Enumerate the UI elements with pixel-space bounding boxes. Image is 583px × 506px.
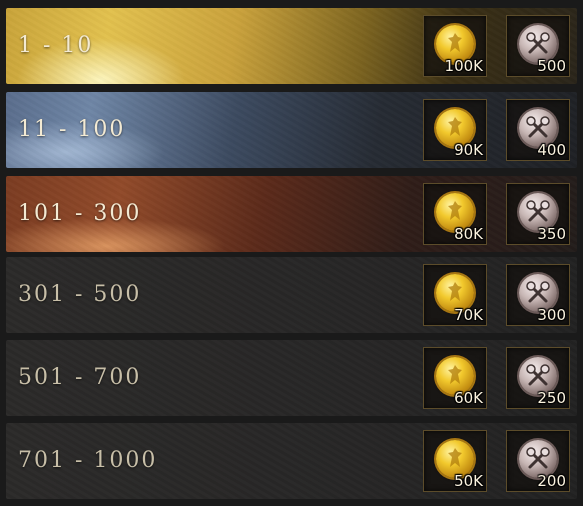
rank-range: 1 - 10 [18, 33, 94, 58]
silver-reward-slot[interactable]: 300 [506, 264, 570, 326]
gold-reward-slot[interactable]: 80K [423, 183, 487, 245]
reward-row-6: 701 - 1000 50K 200 [6, 423, 577, 499]
rank-range: 301 - 500 [18, 282, 142, 307]
reward-row-5: 501 - 700 60K 250 [6, 340, 577, 416]
gold-amount: 100K [444, 57, 483, 75]
silver-amount: 300 [537, 306, 566, 324]
silver-reward-slot[interactable]: 500 [506, 15, 570, 77]
rank-range: 11 - 100 [18, 117, 126, 142]
silver-amount: 200 [537, 472, 566, 490]
silver-reward-slot[interactable]: 400 [506, 99, 570, 161]
rank-rewards-board: 1 - 10 100K 500 11 - 100 90K 400 101 - 3… [0, 0, 583, 506]
gold-amount: 90K [454, 141, 483, 159]
silver-reward-slot[interactable]: 350 [506, 183, 570, 245]
silver-amount: 400 [537, 141, 566, 159]
gold-reward-slot[interactable]: 60K [423, 347, 487, 409]
silver-amount: 250 [537, 389, 566, 407]
silver-reward-slot[interactable]: 200 [506, 430, 570, 492]
gold-reward-slot[interactable]: 70K [423, 264, 487, 326]
silver-reward-slot[interactable]: 250 [506, 347, 570, 409]
gold-reward-slot[interactable]: 90K [423, 99, 487, 161]
gold-amount: 80K [454, 225, 483, 243]
gold-amount: 60K [454, 389, 483, 407]
reward-row-2: 11 - 100 90K 400 [6, 92, 577, 168]
silver-amount: 500 [537, 57, 566, 75]
reward-row-1: 1 - 10 100K 500 [6, 8, 577, 84]
silver-amount: 350 [537, 225, 566, 243]
gold-reward-slot[interactable]: 50K [423, 430, 487, 492]
gold-amount: 50K [454, 472, 483, 490]
reward-row-4: 301 - 500 70K 300 [6, 257, 577, 333]
rank-range: 101 - 300 [18, 201, 142, 226]
gold-reward-slot[interactable]: 100K [423, 15, 487, 77]
gold-amount: 70K [454, 306, 483, 324]
rank-range: 501 - 700 [18, 365, 142, 390]
rank-range: 701 - 1000 [18, 448, 158, 473]
reward-row-3: 101 - 300 80K 350 [6, 176, 577, 252]
